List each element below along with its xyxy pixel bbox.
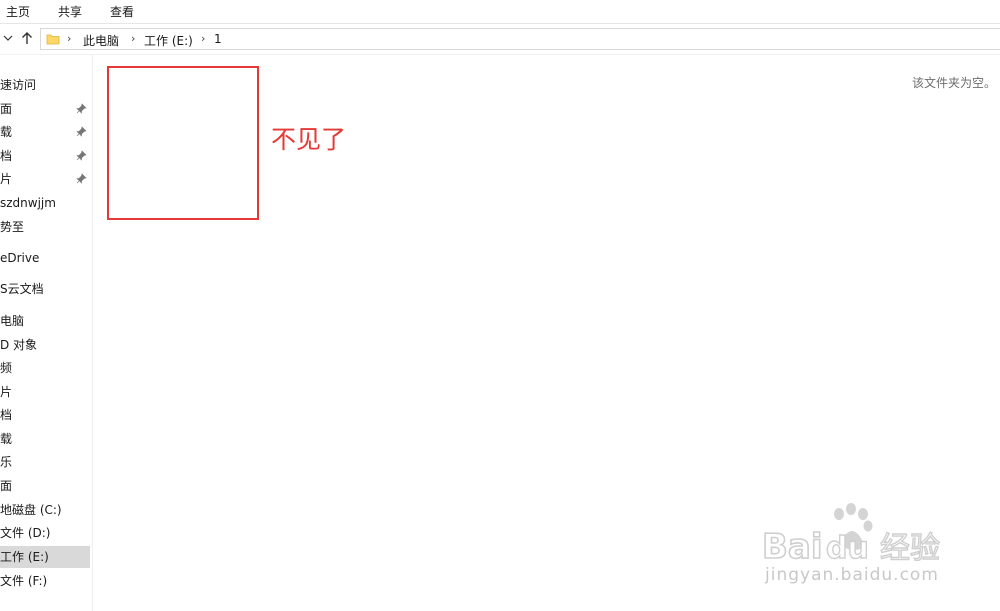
sidebar-item-pictures[interactable]: 片 xyxy=(0,168,90,190)
sidebar-item-label: 片 xyxy=(0,385,13,399)
sidebar-item-label: 面 xyxy=(0,102,13,116)
sidebar-item-label: 频 xyxy=(0,361,13,375)
sidebar-item-3d-objects[interactable]: D 对象 xyxy=(0,334,90,356)
sidebar-item-drive-f[interactable]: 文件 (F:) xyxy=(0,570,90,592)
pin-icon xyxy=(76,150,87,161)
sidebar-item-downloads-pc[interactable]: 载 xyxy=(0,428,90,450)
watermark-url-text: jingyan.baidu.com xyxy=(765,565,939,585)
sidebar-item-drive-e[interactable]: 工作 (E:) xyxy=(0,546,90,568)
sidebar-item-desktop[interactable]: 面 xyxy=(0,98,90,120)
sidebar-item-wps-cloud[interactable]: S云文档 xyxy=(0,278,90,300)
address-bar[interactable]: › 此电脑 › 工作 (E:) › 1 xyxy=(40,28,1000,50)
breadcrumb-separator-icon: › xyxy=(131,32,136,45)
sidebar-item-label: 文件 (F:) xyxy=(0,574,48,588)
breadcrumb-separator-icon: › xyxy=(67,32,72,45)
sidebar-item-label: 载 xyxy=(0,125,13,139)
sidebar-item-downloads[interactable]: 载 xyxy=(0,121,90,143)
sidebar-item-quick-access[interactable]: 速访问 xyxy=(0,74,90,96)
navigation-pane: 速访问 面 载 档 片 szdnwjjm 势至 eDrive S云文档 电脑 D… xyxy=(0,55,93,611)
sidebar-item-label: 面 xyxy=(0,479,13,493)
sidebar-item-shizhi[interactable]: 势至 xyxy=(0,216,90,238)
breadcrumb-folder-1[interactable]: 1 xyxy=(214,32,222,46)
sidebar-item-label: 载 xyxy=(0,432,13,446)
sidebar-item-szdnwjjm[interactable]: szdnwjjm xyxy=(0,192,90,214)
sidebar-item-drive-c[interactable]: 地磁盘 (C:) xyxy=(0,499,90,521)
sidebar-item-label: eDrive xyxy=(0,251,40,265)
sidebar-item-music[interactable]: 乐 xyxy=(0,451,90,473)
sidebar-item-label: 速访问 xyxy=(0,78,37,92)
navigation-bar: › 此电脑 › 工作 (E:) › 1 xyxy=(0,24,1000,55)
sidebar-item-label: D 对象 xyxy=(0,338,38,352)
pin-icon xyxy=(76,103,87,114)
svg-text:du: du xyxy=(826,531,869,566)
sidebar-item-this-pc[interactable]: 电脑 xyxy=(0,310,90,332)
svg-text:Bai: Bai xyxy=(762,527,823,567)
folder-icon xyxy=(46,34,60,45)
sidebar-item-label: 档 xyxy=(0,408,13,422)
file-explorer-window: 主页 共享 查看 › 此电脑 › 工作 (E:) › 1 速访问 面 载 档 片… xyxy=(0,0,1000,611)
pin-icon xyxy=(76,173,87,184)
breadcrumb-drive-e[interactable]: 工作 (E:) xyxy=(144,32,193,49)
empty-folder-message: 该文件夹为空。 xyxy=(911,76,996,90)
annotation-highlight-box xyxy=(107,66,259,220)
sidebar-item-documents[interactable]: 档 xyxy=(0,145,90,167)
tab-share[interactable]: 共享 xyxy=(58,3,82,20)
svg-text:经验: 经验 xyxy=(880,531,940,566)
sidebar-item-label: 乐 xyxy=(0,455,13,469)
chevron-down-icon[interactable] xyxy=(3,33,13,43)
breadcrumb-separator-icon: › xyxy=(201,32,206,45)
sidebar-item-label: 片 xyxy=(0,172,13,186)
sidebar-item-label: 电脑 xyxy=(0,314,25,328)
breadcrumb-this-pc[interactable]: 此电脑 xyxy=(83,32,119,49)
baidu-watermark-logo: Bai du 经验 xyxy=(762,503,941,568)
sidebar-item-label: 势至 xyxy=(0,220,25,234)
sidebar-item-documents-pc[interactable]: 档 xyxy=(0,404,90,426)
sidebar-item-label: 工作 (E:) xyxy=(0,550,49,564)
sidebar-item-label: 文件 (D:) xyxy=(0,526,51,540)
sidebar-item-label: szdnwjjm xyxy=(0,196,56,210)
sidebar-item-label: 档 xyxy=(0,149,13,163)
sidebar-item-pictures-pc[interactable]: 片 xyxy=(0,381,90,403)
up-arrow-icon[interactable] xyxy=(20,31,34,45)
tab-home[interactable]: 主页 xyxy=(6,3,30,20)
sidebar-item-drive-d[interactable]: 文件 (D:) xyxy=(0,522,90,544)
sidebar-item-onedrive[interactable]: eDrive xyxy=(0,247,90,269)
sidebar-item-label: S云文档 xyxy=(0,282,44,296)
pin-icon xyxy=(76,126,87,137)
tab-view[interactable]: 查看 xyxy=(110,3,134,20)
sidebar-item-videos[interactable]: 频 xyxy=(0,357,90,379)
sidebar-item-label: 地磁盘 (C:) xyxy=(0,503,62,517)
annotation-text: 不见了 xyxy=(271,125,347,154)
ribbon-tabs: 主页 共享 查看 xyxy=(0,0,1000,24)
sidebar-item-desktop-pc[interactable]: 面 xyxy=(0,475,90,497)
